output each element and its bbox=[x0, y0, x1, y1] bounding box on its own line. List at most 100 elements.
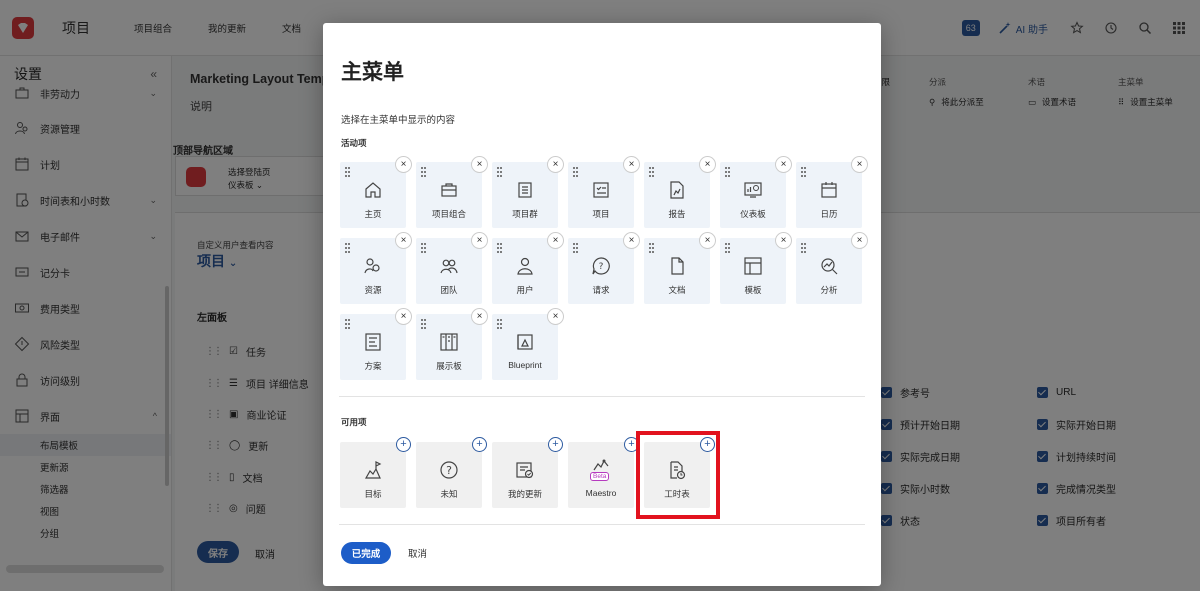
available-items-heading: 可用项 bbox=[341, 417, 367, 427]
project-icon bbox=[593, 182, 609, 198]
active-tile-boards[interactable]: 展示板 × bbox=[416, 309, 487, 380]
tile-label: Blueprint bbox=[508, 360, 542, 370]
remove-icon[interactable]: × bbox=[472, 157, 487, 172]
drag-handle-icon[interactable] bbox=[421, 167, 426, 178]
home-icon bbox=[365, 182, 381, 198]
active-tile-home[interactable]: 主页 × bbox=[340, 157, 411, 228]
drag-handle-icon[interactable] bbox=[801, 243, 806, 254]
question-icon: ? bbox=[440, 461, 458, 479]
tile-label: 展示板 bbox=[436, 361, 462, 371]
drag-handle-icon[interactable] bbox=[649, 167, 654, 178]
drag-handle-icon[interactable] bbox=[345, 243, 350, 254]
drag-handle-icon[interactable] bbox=[725, 167, 730, 178]
blueprint-icon bbox=[517, 334, 533, 350]
tile-label: 分析 bbox=[820, 285, 838, 295]
remove-icon[interactable]: × bbox=[700, 157, 715, 172]
tile-label: 日历 bbox=[820, 209, 838, 219]
active-tile-templates[interactable]: 模板 × bbox=[720, 233, 791, 304]
tile-label: 项目 bbox=[592, 209, 610, 219]
cancel-button[interactable]: 取消 bbox=[408, 546, 427, 560]
svg-text:?: ? bbox=[446, 464, 452, 477]
tile-label: 请求 bbox=[592, 285, 610, 295]
remove-icon[interactable]: × bbox=[776, 233, 791, 248]
tile-label: 文档 bbox=[668, 285, 686, 295]
section-divider bbox=[339, 396, 865, 397]
tile-label: 我的更新 bbox=[507, 489, 542, 499]
drag-handle-icon[interactable] bbox=[497, 319, 502, 330]
active-tile-calendars[interactable]: 日历 × bbox=[796, 157, 867, 228]
remove-icon[interactable]: × bbox=[396, 233, 411, 248]
drag-handle-icon[interactable] bbox=[573, 167, 578, 178]
remove-icon[interactable]: × bbox=[624, 157, 639, 172]
section-divider bbox=[339, 524, 865, 525]
active-tile-documents[interactable]: 文档 × bbox=[644, 233, 715, 304]
template-icon bbox=[744, 257, 762, 275]
tile-label: 项目群 bbox=[512, 209, 538, 219]
my-updates-icon bbox=[516, 462, 534, 479]
active-tile-resources[interactable]: 资源 × bbox=[340, 233, 411, 304]
remove-icon[interactable]: × bbox=[472, 233, 487, 248]
tile-label: 资源 bbox=[364, 285, 382, 295]
remove-icon[interactable]: × bbox=[548, 157, 563, 172]
remove-icon[interactable]: × bbox=[852, 233, 867, 248]
remove-icon[interactable]: × bbox=[852, 157, 867, 172]
remove-icon[interactable]: × bbox=[548, 233, 563, 248]
main-menu-dialog: 主菜单 选择在主菜单中显示的内容 活动项 主页 × 项目组合 × 项目群 × 项… bbox=[323, 23, 881, 586]
tile-label: 用户 bbox=[516, 285, 534, 295]
active-tile-reports[interactable]: 报告 × bbox=[644, 157, 715, 228]
tile-label: 报告 bbox=[668, 209, 686, 219]
tile-label: 主页 bbox=[364, 209, 382, 219]
document-icon bbox=[671, 257, 684, 275]
drag-handle-icon[interactable] bbox=[421, 319, 426, 330]
tile-label: 未知 bbox=[440, 489, 458, 499]
available-tile-maestro[interactable]: Beta Maestro + bbox=[568, 437, 639, 508]
active-tile-analytics[interactable]: 分析 × bbox=[796, 233, 867, 304]
add-icon[interactable]: + bbox=[396, 437, 411, 452]
remove-icon[interactable]: × bbox=[624, 233, 639, 248]
tile-label: 模板 bbox=[744, 285, 762, 295]
active-tile-requests[interactable]: ? 请求 × bbox=[568, 233, 639, 304]
drag-handle-icon[interactable] bbox=[725, 243, 730, 254]
remove-icon[interactable]: × bbox=[396, 309, 411, 324]
active-tile-users[interactable]: 用户 × bbox=[492, 233, 563, 304]
team-icon bbox=[440, 259, 458, 274]
active-items-heading: 活动项 bbox=[341, 138, 367, 148]
remove-icon[interactable]: × bbox=[396, 157, 411, 172]
drag-handle-icon[interactable] bbox=[497, 167, 502, 178]
add-icon[interactable]: + bbox=[548, 437, 563, 452]
available-tile-goals[interactable]: 目标 + bbox=[340, 437, 411, 508]
portfolio-icon bbox=[441, 183, 457, 197]
active-tile-dashboards[interactable]: 仪表板 × bbox=[720, 157, 791, 228]
active-tile-projects[interactable]: 项目 × bbox=[568, 157, 639, 228]
active-tile-scenarios[interactable]: 方案 × bbox=[340, 309, 411, 380]
active-tile-programs[interactable]: 项目群 × bbox=[492, 157, 563, 228]
add-icon[interactable]: + bbox=[472, 437, 487, 452]
done-button[interactable]: 已完成 bbox=[341, 542, 391, 564]
active-tile-teams[interactable]: 团队 × bbox=[416, 233, 487, 304]
drag-handle-icon[interactable] bbox=[801, 167, 806, 178]
dialog-title: 主菜单 bbox=[341, 61, 404, 84]
svg-text:?: ? bbox=[599, 262, 604, 272]
active-tile-blueprint[interactable]: Blueprint × bbox=[492, 309, 563, 380]
drag-handle-icon[interactable] bbox=[497, 243, 502, 254]
tile-label: 团队 bbox=[440, 285, 458, 295]
program-icon bbox=[518, 182, 532, 198]
beta-badge: Beta bbox=[590, 472, 610, 481]
dialog-description: 选择在主菜单中显示的内容 bbox=[341, 115, 456, 126]
request-icon: ? bbox=[592, 257, 610, 275]
remove-icon[interactable]: × bbox=[548, 309, 563, 324]
drag-handle-icon[interactable] bbox=[345, 167, 350, 178]
drag-handle-icon[interactable] bbox=[345, 319, 350, 330]
remove-icon[interactable]: × bbox=[776, 157, 791, 172]
drag-handle-icon[interactable] bbox=[649, 243, 654, 254]
remove-icon[interactable]: × bbox=[700, 233, 715, 248]
active-tile-portfolios[interactable]: 项目组合 × bbox=[416, 157, 487, 228]
available-tile-unknown[interactable]: ? 未知 + bbox=[416, 437, 487, 508]
drag-handle-icon[interactable] bbox=[421, 243, 426, 254]
remove-icon[interactable]: × bbox=[472, 309, 487, 324]
scenario-icon bbox=[365, 333, 381, 351]
analytics-icon bbox=[821, 258, 838, 275]
tile-label: 仪表板 bbox=[740, 209, 766, 219]
drag-handle-icon[interactable] bbox=[573, 243, 578, 254]
available-tile-my-updates[interactable]: 我的更新 + bbox=[492, 437, 563, 508]
